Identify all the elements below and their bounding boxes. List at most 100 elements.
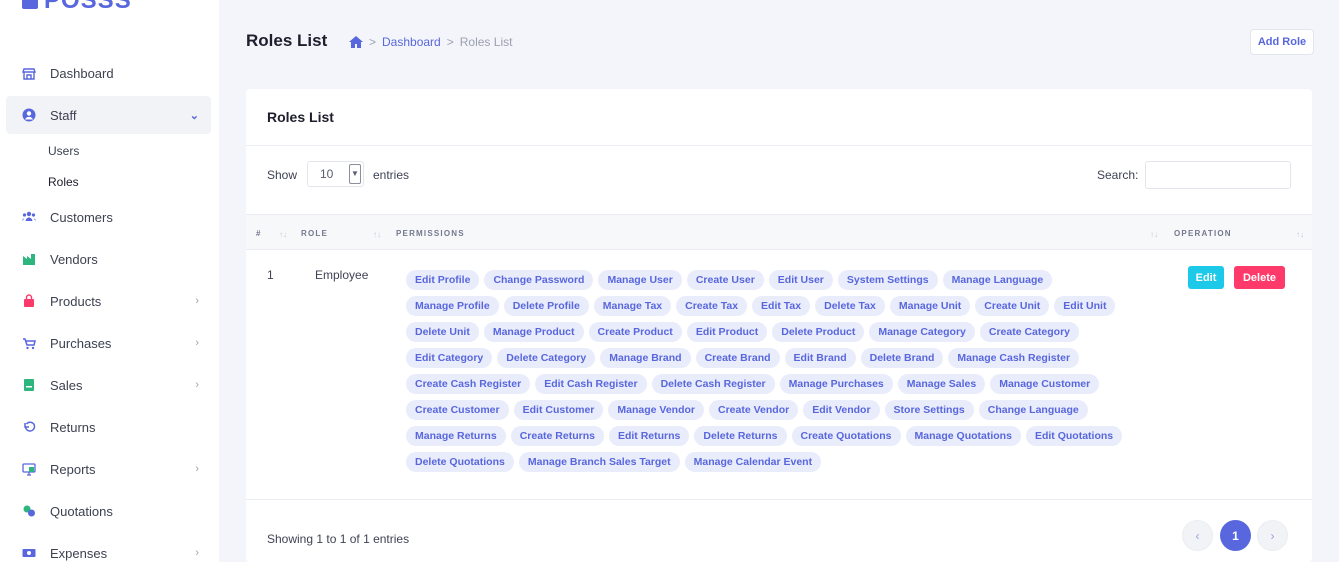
permission-badge: Edit Vendor	[803, 400, 880, 420]
handshake-icon	[23, 505, 35, 517]
permission-badge: Manage Quotations	[905, 426, 1021, 446]
monitor-chart-icon	[22, 463, 36, 476]
permission-badge: Create Category	[979, 322, 1079, 342]
table-header: # ↑↓ ROLE ↑↓ PERMISSIONS ↑↓ OPERATION ↑↓	[246, 214, 1312, 250]
permission-badge: Create Brand	[695, 348, 780, 368]
sidebar-item-expenses[interactable]: Expenses ›	[6, 534, 211, 562]
chevron-right-icon: ›	[195, 463, 199, 475]
sidebar-item-label: Customers	[50, 209, 113, 225]
permission-badge: Create Unit	[975, 296, 1050, 316]
sidebar-subitem-roles[interactable]: Roles	[48, 175, 79, 189]
permission-badge: Store Settings	[884, 400, 974, 420]
delete-button[interactable]: Delete	[1234, 266, 1285, 289]
chevron-down-icon: ⌄	[189, 109, 199, 122]
sidebar-item-returns[interactable]: Returns	[6, 408, 211, 446]
sidebar-item-label: Staff	[50, 107, 77, 123]
home-icon[interactable]	[349, 36, 363, 48]
chevron-right-icon: ›	[195, 337, 199, 349]
divider	[246, 145, 1312, 146]
sidebar-item-label: Quotations	[50, 503, 113, 519]
row-role: Employee	[315, 268, 369, 282]
permission-badge: Change Language	[978, 400, 1088, 420]
permission-badge: Edit Tax	[752, 296, 811, 316]
users-group-icon	[22, 211, 36, 221]
add-role-button[interactable]: Add Role	[1250, 29, 1314, 55]
permission-badge: Manage Unit	[889, 296, 971, 316]
chevron-down-icon: ▼	[349, 164, 361, 184]
chevron-right-icon: ›	[195, 379, 199, 391]
entries-select[interactable]: 10 ▼	[307, 161, 364, 187]
breadcrumb-separator: >	[446, 35, 454, 49]
pagination-next-button[interactable]: ›	[1257, 520, 1288, 551]
permission-badge: Manage Profile	[406, 296, 499, 316]
storefront-icon	[22, 68, 36, 80]
edit-button[interactable]: Edit	[1188, 266, 1224, 289]
sort-icon[interactable]: ↑↓	[373, 230, 381, 239]
permission-badge: Edit Unit	[1054, 296, 1116, 316]
entries-info: Showing 1 to 1 of 1 entries	[267, 532, 410, 546]
permission-badge: Delete Category	[497, 348, 596, 368]
sort-icon[interactable]: ↑↓	[1150, 230, 1158, 239]
permission-badge: Manage Tax	[593, 296, 672, 316]
sidebar-item-purchases[interactable]: Purchases ›	[6, 324, 211, 362]
permission-badge: Change Password	[484, 270, 594, 290]
search-label: Search:	[1097, 168, 1139, 182]
permission-badge: Edit Cash Register	[535, 374, 647, 394]
sort-icon[interactable]: ↑↓	[279, 230, 287, 239]
sidebar-item-products[interactable]: Products ›	[6, 282, 211, 320]
search-input[interactable]	[1145, 161, 1291, 189]
pagination-prev-button[interactable]: ‹	[1182, 520, 1213, 551]
permission-badge: Edit Category	[406, 348, 493, 368]
permission-badge: Manage Language	[942, 270, 1053, 290]
permission-badge: Edit Returns	[608, 426, 690, 446]
chevron-right-icon: ›	[195, 547, 199, 559]
show-label: Show	[267, 168, 298, 182]
breadcrumb-current: Roles List	[459, 35, 513, 49]
app-logo[interactable]: POSSS	[22, 0, 132, 16]
sidebar-item-sales[interactable]: Sales ›	[6, 366, 211, 404]
user-circle-icon	[22, 108, 36, 122]
card-title: Roles List	[267, 109, 334, 125]
permission-badge: Delete Profile	[503, 296, 589, 316]
cart-icon	[23, 338, 36, 350]
permission-badge: Manage User	[598, 270, 682, 290]
column-header-role[interactable]: ROLE	[301, 229, 328, 238]
permission-badge: Delete Tax	[815, 296, 885, 316]
sidebar-item-reports[interactable]: Reports ›	[6, 450, 211, 488]
column-header-operation[interactable]: OPERATION	[1174, 229, 1232, 238]
sidebar-item-label: Purchases	[50, 335, 112, 351]
permission-badge: Manage Calendar Event	[684, 452, 822, 472]
sidebar-item-staff[interactable]: Staff ⌄	[6, 96, 211, 134]
permission-badge: Create Returns	[510, 426, 604, 446]
undo-icon	[24, 421, 36, 432]
sidebar-item-vendors[interactable]: Vendors	[6, 240, 211, 278]
entries-select-value: 10	[320, 167, 334, 181]
permission-badge: Create Customer	[406, 400, 509, 420]
sort-icon[interactable]: ↑↓	[1296, 230, 1304, 239]
column-header-number[interactable]: #	[256, 229, 262, 238]
money-icon	[22, 549, 36, 557]
sidebar-item-label: Returns	[50, 419, 96, 435]
shopping-bag-icon	[24, 294, 34, 307]
sidebar-item-label: Reports	[50, 461, 96, 477]
sidebar-subitem-users[interactable]: Users	[48, 144, 79, 158]
permission-badge: Create Cash Register	[406, 374, 531, 394]
sidebar-item-label: Dashboard	[50, 65, 114, 81]
sidebar-item-label: Sales	[50, 377, 83, 393]
pagination-page-button[interactable]: 1	[1220, 520, 1251, 551]
permission-badge: Manage Category	[869, 322, 975, 342]
permission-badge: Edit Quotations	[1025, 426, 1123, 446]
column-header-permissions[interactable]: PERMISSIONS	[396, 229, 465, 238]
permission-badge: Create User	[686, 270, 764, 290]
entries-label: entries	[373, 168, 410, 182]
sidebar-item-customers[interactable]: Customers	[6, 198, 211, 236]
divider	[246, 499, 1312, 500]
permission-badge: Manage Returns	[406, 426, 506, 446]
sidebar-item-quotations[interactable]: Quotations	[6, 492, 211, 530]
permission-badge: Create Tax	[676, 296, 748, 316]
breadcrumb-dashboard-link[interactable]: Dashboard	[382, 35, 441, 49]
factory-icon	[23, 254, 35, 265]
permission-badge: Create Vendor	[709, 400, 799, 420]
sidebar-item-dashboard[interactable]: Dashboard	[6, 54, 211, 92]
permission-badge: Manage Purchases	[779, 374, 893, 394]
